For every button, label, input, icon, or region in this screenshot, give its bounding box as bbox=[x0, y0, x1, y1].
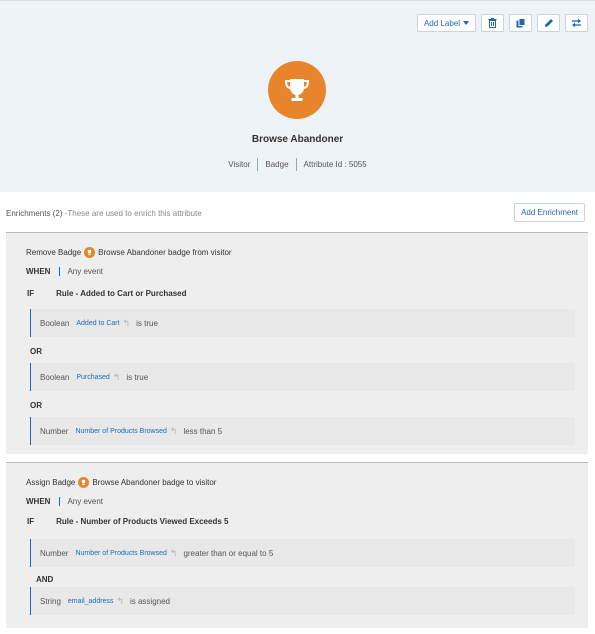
condition-row: Number Number of Products Browsed ↰ grea… bbox=[30, 539, 575, 567]
action-verb: Assign Badge bbox=[26, 478, 76, 487]
rule-name: Rule - Number of Products Viewed Exceeds… bbox=[56, 517, 229, 526]
if-label: IF bbox=[27, 289, 35, 298]
condition-field-link[interactable]: Number of Products Browsed bbox=[75, 550, 166, 557]
attribute-meta: Visitor Badge Attribute Id : 5055 bbox=[0, 158, 595, 171]
condition-type: Number bbox=[40, 548, 69, 558]
when-value: Any event bbox=[59, 497, 103, 506]
add-enrichment-button[interactable]: Add Enrichment bbox=[514, 203, 585, 222]
attribute-header: Add Label Browse Abandoner Visitor Badge bbox=[0, 0, 595, 192]
when-value: Any event bbox=[59, 267, 103, 276]
if-row: IF Rule - Added to Cart or Purchased bbox=[27, 289, 187, 298]
badge-avatar bbox=[268, 61, 326, 119]
condition-operator: is true bbox=[126, 372, 149, 382]
enrichments-bar: Enrichments (2) -These are used to enric… bbox=[0, 199, 595, 229]
enrichments-count: Enrichments (2) bbox=[6, 209, 63, 218]
when-label: WHEN bbox=[26, 267, 51, 276]
connector-or: OR bbox=[30, 347, 42, 356]
delete-button[interactable] bbox=[481, 14, 504, 32]
condition-operator: greater than or equal to 5 bbox=[183, 548, 274, 558]
condition-row: String email_address ↰ is assigned bbox=[30, 587, 575, 615]
connector-or: OR bbox=[30, 401, 42, 410]
condition-operator: is assigned bbox=[129, 596, 171, 606]
swap-button[interactable] bbox=[565, 14, 588, 32]
undo-arrow-icon[interactable]: ↰ bbox=[170, 426, 178, 437]
action-verb: Remove Badge bbox=[26, 248, 82, 257]
condition-field-link[interactable]: email_address bbox=[68, 598, 114, 605]
condition-type: Boolean bbox=[40, 318, 70, 328]
trophy-icon bbox=[284, 79, 310, 101]
enrichment-panel: Assign Badge Browse Abandoner badge to v… bbox=[6, 462, 588, 628]
undo-arrow-icon[interactable]: ↰ bbox=[123, 318, 131, 329]
badge-icon bbox=[84, 247, 96, 258]
edit-button[interactable] bbox=[537, 14, 560, 32]
condition-row: Boolean Purchased ↰ is true bbox=[30, 363, 575, 391]
swap-icon bbox=[572, 18, 581, 28]
add-label-button[interactable]: Add Label bbox=[416, 14, 476, 32]
condition-type: Number bbox=[40, 426, 69, 436]
when-row: WHEN Any event bbox=[26, 267, 103, 276]
undo-arrow-icon[interactable]: ↰ bbox=[116, 596, 124, 607]
trash-icon bbox=[488, 18, 497, 28]
condition-field-link[interactable]: Purchased bbox=[76, 374, 109, 381]
if-row: IF Rule - Number of Products Viewed Exce… bbox=[27, 517, 228, 526]
if-label: IF bbox=[27, 517, 35, 526]
copy-icon bbox=[516, 18, 525, 28]
duplicate-button[interactable] bbox=[509, 14, 532, 32]
enrichment-action: Assign Badge Browse Abandoner badge to v… bbox=[26, 477, 216, 488]
badge-icon bbox=[78, 477, 90, 488]
undo-arrow-icon[interactable]: ↰ bbox=[113, 372, 121, 383]
meta-kind: Badge bbox=[265, 160, 289, 169]
condition-type: Boolean bbox=[40, 372, 70, 382]
pencil-icon bbox=[544, 19, 553, 27]
condition-operator: less than 5 bbox=[183, 426, 223, 436]
condition-type: String bbox=[40, 596, 61, 606]
meta-type: Visitor bbox=[228, 160, 251, 169]
page-title: Browse Abandoner bbox=[251, 134, 344, 145]
undo-arrow-icon[interactable]: ↰ bbox=[170, 548, 178, 559]
condition-field-link[interactable]: Added to Cart bbox=[76, 320, 119, 327]
caret-down-icon bbox=[463, 21, 469, 25]
action-description: Browse Abandoner badge from visitor bbox=[98, 248, 232, 257]
header-toolbar: Add Label bbox=[416, 14, 588, 32]
enrichment-action: Remove Badge Browse Abandoner badge from… bbox=[26, 247, 232, 258]
condition-row: Boolean Added to Cart ↰ is true bbox=[30, 309, 575, 337]
enrichment-panel: Remove Badge Browse Abandoner badge from… bbox=[6, 232, 588, 454]
enrichments-heading: Enrichments (2) -These are used to enric… bbox=[6, 209, 202, 218]
when-row: WHEN Any event bbox=[26, 497, 103, 506]
rule-name: Rule - Added to Cart or Purchased bbox=[56, 289, 187, 298]
add-label-text: Add Label bbox=[423, 18, 460, 28]
condition-row: Number Number of Products Browsed ↰ less… bbox=[30, 417, 575, 445]
connector-and: AND bbox=[36, 575, 54, 584]
condition-operator: is true bbox=[136, 318, 158, 328]
meta-attribute-id: Attribute Id : 5055 bbox=[303, 160, 367, 169]
action-description: Browse Abandoner badge to visitor bbox=[92, 478, 217, 487]
enrichments-description: -These are used to enrich this attribute bbox=[64, 209, 202, 218]
condition-field-link[interactable]: Number of Products Browsed bbox=[75, 428, 166, 435]
when-label: WHEN bbox=[26, 497, 51, 506]
